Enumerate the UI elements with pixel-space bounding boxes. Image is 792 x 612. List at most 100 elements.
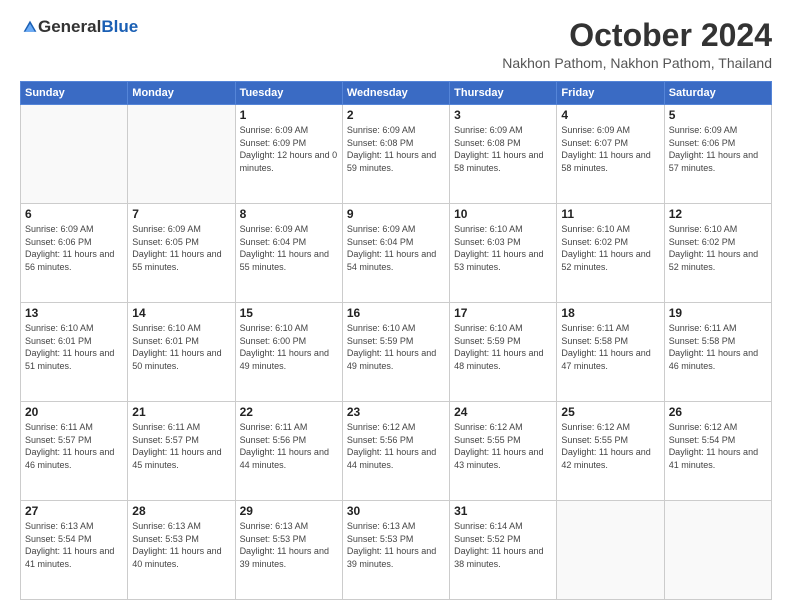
day-number: 11 <box>561 207 659 221</box>
table-row: 11 Sunrise: 6:10 AM Sunset: 6:02 PM Dayli… <box>557 204 664 303</box>
table-row: 22 Sunrise: 6:11 AM Sunset: 5:56 PM Dayli… <box>235 402 342 501</box>
day-info: Sunrise: 6:13 AM Sunset: 5:54 PM Dayligh… <box>25 520 123 570</box>
logo-icon <box>22 19 38 35</box>
col-thursday: Thursday <box>450 82 557 105</box>
page: GeneralBlue October 2024 Nakhon Pathom, … <box>0 0 792 612</box>
day-info: Sunrise: 6:11 AM Sunset: 5:57 PM Dayligh… <box>25 421 123 471</box>
day-number: 15 <box>240 306 338 320</box>
table-row: 7 Sunrise: 6:09 AM Sunset: 6:05 PM Daylig… <box>128 204 235 303</box>
header: GeneralBlue October 2024 Nakhon Pathom, … <box>20 18 772 71</box>
table-row: 15Sunrise: 6:10 AM Sunset: 6:00 PM Dayli… <box>235 303 342 402</box>
day-number: 28 <box>132 504 230 518</box>
day-number: 9 <box>347 207 445 221</box>
day-number: 29 <box>240 504 338 518</box>
table-row: 4Sunrise: 6:09 AM Sunset: 6:07 PM Daylig… <box>557 105 664 204</box>
day-info: Sunrise: 6:09 AM Sunset: 6:07 PM Dayligh… <box>561 124 659 174</box>
day-info: Sunrise: 6:09 AM Sunset: 6:06 PM Dayligh… <box>25 223 123 273</box>
day-info: Sunrise: 6:10 AM Sunset: 6:03 PM Dayligh… <box>454 223 552 273</box>
table-row: 17 Sunrise: 6:10 AM Sunset: 5:59 PM Dayli… <box>450 303 557 402</box>
day-number: 19 <box>669 306 767 320</box>
table-row: 10 Sunrise: 6:10 AM Sunset: 6:03 PM Dayli… <box>450 204 557 303</box>
day-number: 12 <box>669 207 767 221</box>
day-info: Sunrise: 6:14 AM Sunset: 5:52 PM Dayligh… <box>454 520 552 570</box>
table-row: 30 Sunrise: 6:13 AM Sunset: 5:53 PM Dayli… <box>342 501 449 600</box>
table-row: 25Sunrise: 6:12 AM Sunset: 5:55 PM Dayli… <box>557 402 664 501</box>
table-row: 13Sunrise: 6:10 AM Sunset: 6:01 PM Dayli… <box>21 303 128 402</box>
day-info: Sunrise: 6:13 AM Sunset: 5:53 PM Dayligh… <box>132 520 230 570</box>
table-row: 20 Sunrise: 6:11 AM Sunset: 5:57 PM Dayli… <box>21 402 128 501</box>
table-row: 28 Sunrise: 6:13 AM Sunset: 5:53 PM Dayli… <box>128 501 235 600</box>
day-number: 24 <box>454 405 552 419</box>
table-row: 12 Sunrise: 6:10 AM Sunset: 6:02 PM Dayli… <box>664 204 771 303</box>
col-sunday: Sunday <box>21 82 128 105</box>
day-number: 20 <box>25 405 123 419</box>
day-info: Sunrise: 6:10 AM Sunset: 6:01 PM Dayligh… <box>132 322 230 372</box>
table-row: 3 Sunrise: 6:09 AM Sunset: 6:08 PM Daylig… <box>450 105 557 204</box>
table-row <box>664 501 771 600</box>
day-info: Sunrise: 6:09 AM Sunset: 6:06 PM Dayligh… <box>669 124 767 174</box>
month-title: October 2024 <box>502 18 772 53</box>
day-number: 16 <box>347 306 445 320</box>
table-row <box>21 105 128 204</box>
week-row-5: 27Sunrise: 6:13 AM Sunset: 5:54 PM Dayli… <box>21 501 772 600</box>
day-number: 2 <box>347 108 445 122</box>
location-subtitle: Nakhon Pathom, Nakhon Pathom, Thailand <box>502 55 772 71</box>
table-row <box>128 105 235 204</box>
col-monday: Monday <box>128 82 235 105</box>
day-number: 21 <box>132 405 230 419</box>
table-row: 14 Sunrise: 6:10 AM Sunset: 6:01 PM Dayli… <box>128 303 235 402</box>
day-info: Sunrise: 6:09 AM Sunset: 6:09 PM Dayligh… <box>240 124 338 174</box>
day-info: Sunrise: 6:10 AM Sunset: 5:59 PM Dayligh… <box>347 322 445 372</box>
col-tuesday: Tuesday <box>235 82 342 105</box>
table-row: 21 Sunrise: 6:11 AM Sunset: 5:57 PM Dayli… <box>128 402 235 501</box>
day-number: 30 <box>347 504 445 518</box>
day-info: Sunrise: 6:12 AM Sunset: 5:55 PM Dayligh… <box>561 421 659 471</box>
day-info: Sunrise: 6:10 AM Sunset: 6:02 PM Dayligh… <box>561 223 659 273</box>
day-info: Sunrise: 6:13 AM Sunset: 5:53 PM Dayligh… <box>347 520 445 570</box>
day-number: 14 <box>132 306 230 320</box>
week-row-2: 6 Sunrise: 6:09 AM Sunset: 6:06 PM Daylig… <box>21 204 772 303</box>
day-number: 1 <box>240 108 338 122</box>
calendar-table: Sunday Monday Tuesday Wednesday Thursday… <box>20 81 772 600</box>
day-info: Sunrise: 6:10 AM Sunset: 6:02 PM Dayligh… <box>669 223 767 273</box>
table-row: 29Sunrise: 6:13 AM Sunset: 5:53 PM Dayli… <box>235 501 342 600</box>
day-info: Sunrise: 6:10 AM Sunset: 5:59 PM Dayligh… <box>454 322 552 372</box>
day-info: Sunrise: 6:11 AM Sunset: 5:58 PM Dayligh… <box>669 322 767 372</box>
week-row-3: 13 Sunrise: 6:10 AM Sunset: 6:01 PM Dayli… <box>21 303 772 402</box>
table-row <box>557 501 664 600</box>
table-row: 31 Sunrise: 6:14 AM Sunset: 5:52 PM Dayli… <box>450 501 557 600</box>
day-info: Sunrise: 6:11 AM Sunset: 5:56 PM Dayligh… <box>240 421 338 471</box>
day-info: Sunrise: 6:12 AM Sunset: 5:55 PM Dayligh… <box>454 421 552 471</box>
day-number: 8 <box>240 207 338 221</box>
col-friday: Friday <box>557 82 664 105</box>
week-row-1: 1 Sunrise: 6:09 AM Sunset: 6:09 PM Daylig… <box>21 105 772 204</box>
table-row: 16 Sunrise: 6:10 AM Sunset: 5:59 PM Dayli… <box>342 303 449 402</box>
table-row: 18 Sunrise: 6:11 AM Sunset: 5:58 PM Dayli… <box>557 303 664 402</box>
day-number: 18 <box>561 306 659 320</box>
day-info: Sunrise: 6:12 AM Sunset: 5:56 PM Dayligh… <box>347 421 445 471</box>
col-saturday: Saturday <box>664 82 771 105</box>
day-info: Sunrise: 6:11 AM Sunset: 5:58 PM Dayligh… <box>561 322 659 372</box>
table-row: 9 Sunrise: 6:09 AM Sunset: 6:04 PM Daylig… <box>342 204 449 303</box>
day-info: Sunrise: 6:11 AM Sunset: 5:57 PM Dayligh… <box>132 421 230 471</box>
day-number: 26 <box>669 405 767 419</box>
day-number: 3 <box>454 108 552 122</box>
week-row-4: 20 Sunrise: 6:11 AM Sunset: 5:57 PM Dayli… <box>21 402 772 501</box>
day-number: 22 <box>240 405 338 419</box>
day-number: 13 <box>25 306 123 320</box>
table-row: 23Sunrise: 6:12 AM Sunset: 5:56 PM Dayli… <box>342 402 449 501</box>
logo-text: GeneralBlue <box>20 18 138 35</box>
day-number: 6 <box>25 207 123 221</box>
table-row: 8Sunrise: 6:09 AM Sunset: 6:04 PM Daylig… <box>235 204 342 303</box>
day-number: 17 <box>454 306 552 320</box>
day-number: 7 <box>132 207 230 221</box>
day-number: 31 <box>454 504 552 518</box>
table-row: 24 Sunrise: 6:12 AM Sunset: 5:55 PM Dayli… <box>450 402 557 501</box>
day-info: Sunrise: 6:09 AM Sunset: 6:05 PM Dayligh… <box>132 223 230 273</box>
table-row: 6 Sunrise: 6:09 AM Sunset: 6:06 PM Daylig… <box>21 204 128 303</box>
day-number: 10 <box>454 207 552 221</box>
day-info: Sunrise: 6:09 AM Sunset: 6:04 PM Dayligh… <box>347 223 445 273</box>
table-row: 2Sunrise: 6:09 AM Sunset: 6:08 PM Daylig… <box>342 105 449 204</box>
table-row: 5Sunrise: 6:09 AM Sunset: 6:06 PM Daylig… <box>664 105 771 204</box>
day-info: Sunrise: 6:09 AM Sunset: 6:08 PM Dayligh… <box>454 124 552 174</box>
